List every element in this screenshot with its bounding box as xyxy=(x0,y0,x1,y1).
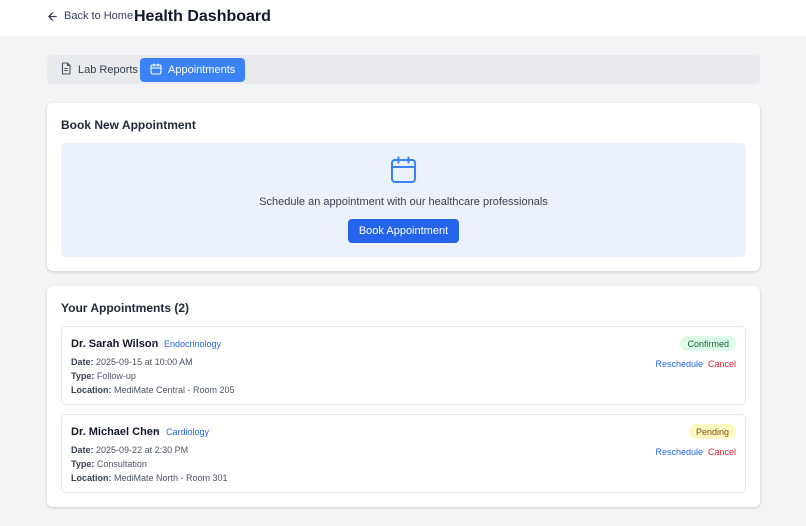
appointments-section-title: Your Appointments (2) xyxy=(61,301,189,315)
appointment-actions: Reschedule Cancel xyxy=(655,359,736,369)
reschedule-link[interactable]: Reschedule xyxy=(655,359,703,369)
back-link-label: Back to Home xyxy=(64,10,134,22)
reschedule-link[interactable]: Reschedule xyxy=(655,447,703,457)
book-appointment-card: Book New Appointment Schedule an appoint… xyxy=(47,103,760,271)
tab-lab-reports-label: Lab Reports xyxy=(78,64,138,76)
book-panel: Schedule an appointment with our healthc… xyxy=(61,143,746,257)
appointments-card: Your Appointments (2) Dr. Sarah Wilson •… xyxy=(47,286,760,507)
tab-lab-reports[interactable]: Lab Reports xyxy=(50,58,148,82)
appointment-date: Date: 2025-09-22 at 2:30 PM xyxy=(71,445,189,455)
book-section-title: Book New Appointment xyxy=(61,118,196,132)
doctor-name: Dr. Sarah Wilson xyxy=(71,338,159,350)
appointment-item: Dr. Sarah Wilson • Endocrinology Date: 2… xyxy=(61,326,746,405)
page-title: Health Dashboard xyxy=(134,8,271,25)
book-description: Schedule an appointment with our healthc… xyxy=(259,196,548,208)
tab-bar: Lab Reports Appointments xyxy=(47,55,760,84)
tab-appointments-label: Appointments xyxy=(168,64,236,76)
appointment-date: Date: 2025-09-15 at 10:00 AM xyxy=(71,357,193,367)
separator-dot: • xyxy=(155,426,159,437)
status-badge: Confirmed xyxy=(680,336,736,351)
tab-appointments[interactable]: Appointments xyxy=(140,58,246,82)
appointment-location: Location: MediMate Central - Room 205 xyxy=(71,385,235,395)
calendar-icon xyxy=(150,62,162,78)
cancel-link[interactable]: Cancel xyxy=(708,359,736,369)
cancel-link[interactable]: Cancel xyxy=(708,447,736,457)
doctor-name: Dr. Michael Chen xyxy=(71,426,160,438)
appointment-location: Location: MediMate North - Room 301 xyxy=(71,473,228,483)
appointment-type: Type: Follow-up xyxy=(71,371,136,381)
specialty-label: Cardiology xyxy=(166,427,210,437)
document-icon xyxy=(60,62,72,78)
calendar-icon xyxy=(390,156,417,189)
book-appointment-button[interactable]: Book Appointment xyxy=(348,219,459,243)
separator-dot: • xyxy=(152,338,156,349)
status-badge: Pending xyxy=(688,424,736,439)
appointment-actions: Reschedule Cancel xyxy=(655,447,736,457)
arrow-left-icon xyxy=(47,11,58,22)
appointment-type: Type: Consultation xyxy=(71,459,147,469)
back-to-home-link[interactable]: Back to Home xyxy=(47,10,133,22)
appointment-item: Dr. Michael Chen • Cardiology Date: 2025… xyxy=(61,414,746,493)
specialty-label: Endocrinology xyxy=(164,339,222,349)
top-header: Back to Home Health Dashboard xyxy=(0,0,806,36)
